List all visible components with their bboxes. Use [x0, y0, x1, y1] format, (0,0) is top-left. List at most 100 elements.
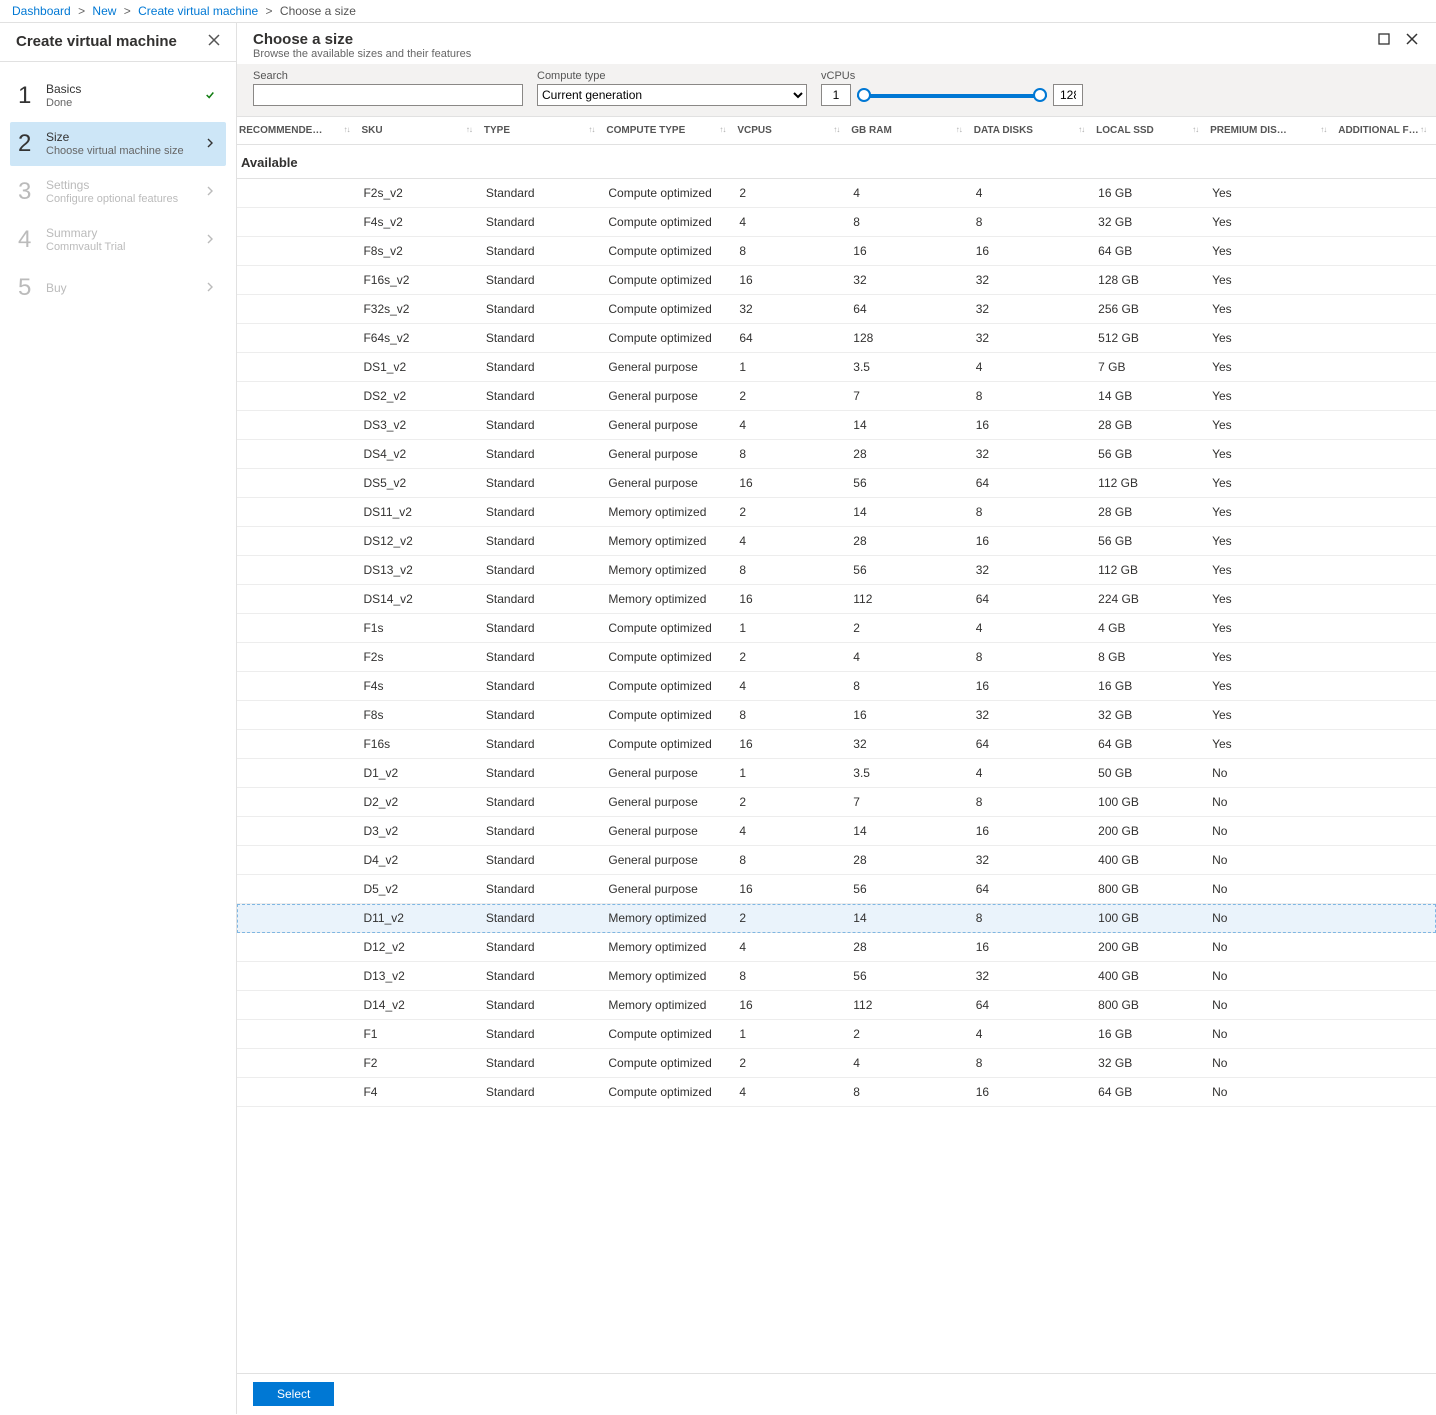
- breadcrumb-link[interactable]: Create virtual machine: [138, 4, 258, 18]
- select-button[interactable]: Select: [253, 1382, 334, 1406]
- cell-data-disks: 64: [972, 585, 1094, 614]
- table-row[interactable]: DS11_v2StandardMemory optimized214828 GB…: [237, 498, 1436, 527]
- table-row[interactable]: D14_v2StandardMemory optimized1611264800…: [237, 991, 1436, 1020]
- cell-compute-type: General purpose: [604, 759, 735, 788]
- step-subtitle: Commvault Trial: [46, 241, 202, 255]
- table-row[interactable]: DS3_v2StandardGeneral purpose4141628 GBY…: [237, 411, 1436, 440]
- table-row[interactable]: D13_v2StandardMemory optimized85632400 G…: [237, 962, 1436, 991]
- cell-recommended: [237, 1078, 359, 1107]
- table-row[interactable]: DS13_v2StandardMemory optimized85632112 …: [237, 556, 1436, 585]
- wizard-step-1[interactable]: 1BasicsDone: [10, 74, 226, 118]
- table-row[interactable]: D2_v2StandardGeneral purpose278100 GBNo: [237, 788, 1436, 817]
- cell-premium-disk: No: [1208, 933, 1336, 962]
- breadcrumb-current: Choose a size: [280, 4, 356, 18]
- cell-premium-disk: Yes: [1208, 614, 1336, 643]
- cell-premium-disk: Yes: [1208, 701, 1336, 730]
- slider-thumb-max[interactable]: [1033, 88, 1047, 102]
- table-row[interactable]: DS1_v2StandardGeneral purpose13.547 GBYe…: [237, 353, 1436, 382]
- cell-gb-ram: 128: [849, 324, 971, 353]
- cell-local-ssd: 7 GB: [1094, 353, 1208, 382]
- table-row[interactable]: F2StandardCompute optimized24832 GBNo: [237, 1049, 1436, 1078]
- cell-data-disks: 64: [972, 469, 1094, 498]
- table-row[interactable]: D11_v2StandardMemory optimized2148100 GB…: [237, 904, 1436, 933]
- column-header[interactable]: VCPUS↑↓: [735, 117, 849, 145]
- table-row[interactable]: F2s_v2StandardCompute optimized24416 GBY…: [237, 179, 1436, 208]
- cell-data-disks: 32: [972, 266, 1094, 295]
- table-row[interactable]: D12_v2StandardMemory optimized42816200 G…: [237, 933, 1436, 962]
- cell-vcpus: 1: [735, 353, 849, 382]
- cell-vcpus: 8: [735, 962, 849, 991]
- step-subtitle: Done: [46, 97, 202, 111]
- cell-premium-disk: Yes: [1208, 527, 1336, 556]
- cell-gb-ram: 8: [849, 672, 971, 701]
- table-row[interactable]: D1_v2StandardGeneral purpose13.5450 GBNo: [237, 759, 1436, 788]
- cell-data-disks: 32: [972, 701, 1094, 730]
- vcpus-slider[interactable]: [857, 85, 1047, 105]
- sort-icon: ↑↓: [1078, 125, 1088, 134]
- column-header[interactable]: LOCAL SSD↑↓: [1094, 117, 1208, 145]
- cell-sku: DS3_v2: [359, 411, 481, 440]
- cell-data-disks: 16: [972, 817, 1094, 846]
- table-row[interactable]: DS12_v2StandardMemory optimized4281656 G…: [237, 527, 1436, 556]
- cell-gb-ram: 112: [849, 991, 971, 1020]
- cell-recommended: [237, 904, 359, 933]
- cell-vcpus: 16: [735, 585, 849, 614]
- table-row[interactable]: F8sStandardCompute optimized8163232 GBYe…: [237, 701, 1436, 730]
- vcpus-min-input[interactable]: [821, 84, 851, 106]
- table-row[interactable]: F16s_v2StandardCompute optimized16323212…: [237, 266, 1436, 295]
- table-row[interactable]: F4s_v2StandardCompute optimized48832 GBY…: [237, 208, 1436, 237]
- column-header[interactable]: PREMIUM DIS…↑↓: [1208, 117, 1336, 145]
- cell-vcpus: 1: [735, 759, 849, 788]
- table-row[interactable]: DS2_v2StandardGeneral purpose27814 GBYes: [237, 382, 1436, 411]
- breadcrumb-link[interactable]: Dashboard: [12, 4, 71, 18]
- cell-data-disks: 16: [972, 672, 1094, 701]
- column-header[interactable]: SKU↑↓: [359, 117, 481, 145]
- table-row[interactable]: F4sStandardCompute optimized481616 GBYes: [237, 672, 1436, 701]
- table-row[interactable]: F1StandardCompute optimized12416 GBNo: [237, 1020, 1436, 1049]
- compute-type-select[interactable]: Current generation: [537, 84, 807, 106]
- table-row[interactable]: DS5_v2StandardGeneral purpose165664112 G…: [237, 469, 1436, 498]
- cell-premium-disk: Yes: [1208, 498, 1336, 527]
- slider-thumb-min[interactable]: [857, 88, 871, 102]
- cell-vcpus: 8: [735, 237, 849, 266]
- step-number: 2: [18, 130, 46, 158]
- table-row[interactable]: F8s_v2StandardCompute optimized8161664 G…: [237, 237, 1436, 266]
- wizard-step-2[interactable]: 2SizeChoose virtual machine size: [10, 122, 226, 166]
- column-header[interactable]: DATA DISKS↑↓: [972, 117, 1094, 145]
- cell-sku: D3_v2: [359, 817, 481, 846]
- cell-local-ssd: 64 GB: [1094, 730, 1208, 759]
- step-title: Summary: [46, 226, 202, 241]
- size-table-scroll[interactable]: RECOMMENDE…↑↓SKU↑↓TYPE↑↓COMPUTE TYPE↑↓VC…: [237, 116, 1436, 1373]
- cell-compute-type: Memory optimized: [604, 962, 735, 991]
- maximize-icon[interactable]: [1376, 31, 1392, 47]
- cell-local-ssd: 16 GB: [1094, 179, 1208, 208]
- table-row[interactable]: D5_v2StandardGeneral purpose165664800 GB…: [237, 875, 1436, 904]
- column-header[interactable]: TYPE↑↓: [482, 117, 604, 145]
- column-header[interactable]: RECOMMENDE…↑↓: [237, 117, 359, 145]
- breadcrumb-link[interactable]: New: [92, 4, 116, 18]
- table-row[interactable]: F32s_v2StandardCompute optimized32643225…: [237, 295, 1436, 324]
- close-icon[interactable]: [204, 31, 224, 51]
- table-row[interactable]: DS14_v2StandardMemory optimized161126422…: [237, 585, 1436, 614]
- size-table: RECOMMENDE…↑↓SKU↑↓TYPE↑↓COMPUTE TYPE↑↓VC…: [237, 117, 1436, 1107]
- cell-additional: [1336, 904, 1436, 933]
- column-header[interactable]: GB RAM↑↓: [849, 117, 971, 145]
- table-row[interactable]: D3_v2StandardGeneral purpose41416200 GBN…: [237, 817, 1436, 846]
- cell-type: Standard: [482, 643, 604, 672]
- close-icon[interactable]: [1404, 31, 1420, 47]
- table-row[interactable]: D4_v2StandardGeneral purpose82832400 GBN…: [237, 846, 1436, 875]
- cell-compute-type: General purpose: [604, 875, 735, 904]
- table-row[interactable]: DS4_v2StandardGeneral purpose8283256 GBY…: [237, 440, 1436, 469]
- table-row[interactable]: F1sStandardCompute optimized1244 GBYes: [237, 614, 1436, 643]
- vcpus-max-input[interactable]: [1053, 84, 1083, 106]
- cell-gb-ram: 8: [849, 1078, 971, 1107]
- table-row[interactable]: F4StandardCompute optimized481664 GBNo: [237, 1078, 1436, 1107]
- table-row[interactable]: F2sStandardCompute optimized2488 GBYes: [237, 643, 1436, 672]
- column-header[interactable]: COMPUTE TYPE↑↓: [604, 117, 735, 145]
- search-input[interactable]: [253, 84, 523, 106]
- table-row[interactable]: F16sStandardCompute optimized16326464 GB…: [237, 730, 1436, 759]
- table-row[interactable]: F64s_v2StandardCompute optimized64128325…: [237, 324, 1436, 353]
- cell-type: Standard: [482, 208, 604, 237]
- wizard-title: Create virtual machine: [16, 33, 177, 50]
- column-header[interactable]: ADDITIONAL F…↑↓: [1336, 117, 1436, 145]
